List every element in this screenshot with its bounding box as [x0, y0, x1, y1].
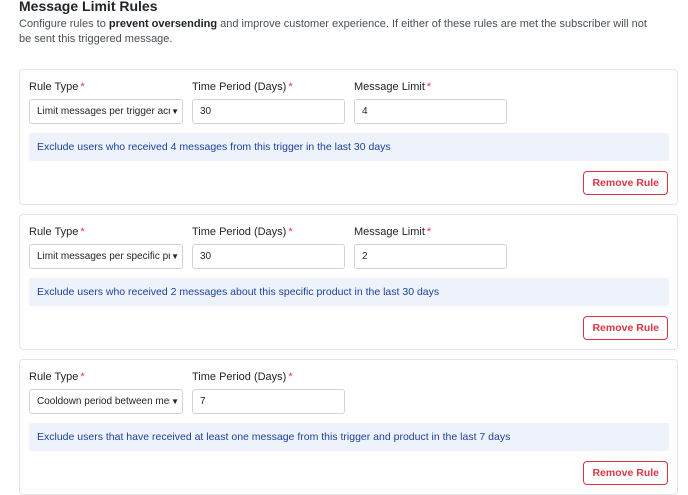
rule-type-select[interactable]: Limit messages per specific product▼	[29, 244, 183, 269]
description-emphasis: prevent oversending	[108, 18, 218, 30]
rule-type-label: Rule Type *	[29, 371, 85, 383]
remove-rule-button[interactable]: Remove Rule	[583, 171, 668, 195]
rule-type-label: Rule Type *	[29, 81, 85, 93]
time-period-input[interactable]: 7	[192, 389, 345, 414]
required-mark: *	[288, 81, 293, 93]
time-period-label: Time Period (Days) *	[192, 226, 293, 238]
chevron-down-icon: ▼	[170, 390, 179, 413]
required-mark: *	[288, 371, 293, 383]
required-mark: *	[288, 226, 293, 238]
chevron-down-icon: ▼	[170, 100, 179, 123]
message-limit-input[interactable]: 2	[354, 244, 507, 269]
section-title: Message Limit Rules	[19, 0, 158, 14]
rule-type-label: Rule Type *	[29, 226, 85, 238]
message-limit-label: Message Limit *	[354, 81, 432, 93]
message-limit-label: Message Limit *	[354, 226, 432, 238]
required-mark: *	[80, 371, 85, 383]
rule-info-banner: Exclude users that have received at leas…	[29, 423, 669, 451]
rule-type-select[interactable]: Limit messages per trigger across ▼	[29, 99, 183, 124]
rule-info-banner: Exclude users who received 2 messages ab…	[29, 278, 669, 306]
message-limit-input[interactable]: 4	[354, 99, 507, 124]
required-mark: *	[426, 81, 432, 93]
required-mark: *	[426, 226, 432, 238]
section-description: Configure rules to prevent oversending a…	[19, 17, 659, 47]
message-limit-rules-section: Message Limit Rules Configure rules to p…	[19, 0, 679, 495]
rule-card-1: Rule Type * Time Period (Days) * Message L…	[19, 69, 678, 205]
chevron-down-icon: ▼	[170, 245, 179, 268]
rule-card-2: Rule Type * Time Period (Days) * Message L…	[19, 214, 678, 350]
time-period-label: Time Period (Days) *	[192, 371, 293, 383]
remove-rule-button[interactable]: Remove Rule	[583, 461, 668, 485]
required-mark: *	[80, 226, 85, 238]
required-mark: *	[80, 81, 85, 93]
rule-card-3: Rule Type * Time Period (Days) * Cooldown …	[19, 359, 678, 495]
time-period-input[interactable]: 30	[192, 99, 345, 124]
description-text: Configure rules to	[19, 18, 109, 30]
time-period-input[interactable]: 30	[192, 244, 345, 269]
rule-info-banner: Exclude users who received 4 messages fr…	[29, 133, 669, 161]
time-period-label: Time Period (Days) *	[192, 81, 293, 93]
rule-type-select[interactable]: Cooldown period between messages▼	[29, 389, 183, 414]
remove-rule-button[interactable]: Remove Rule	[583, 316, 668, 340]
